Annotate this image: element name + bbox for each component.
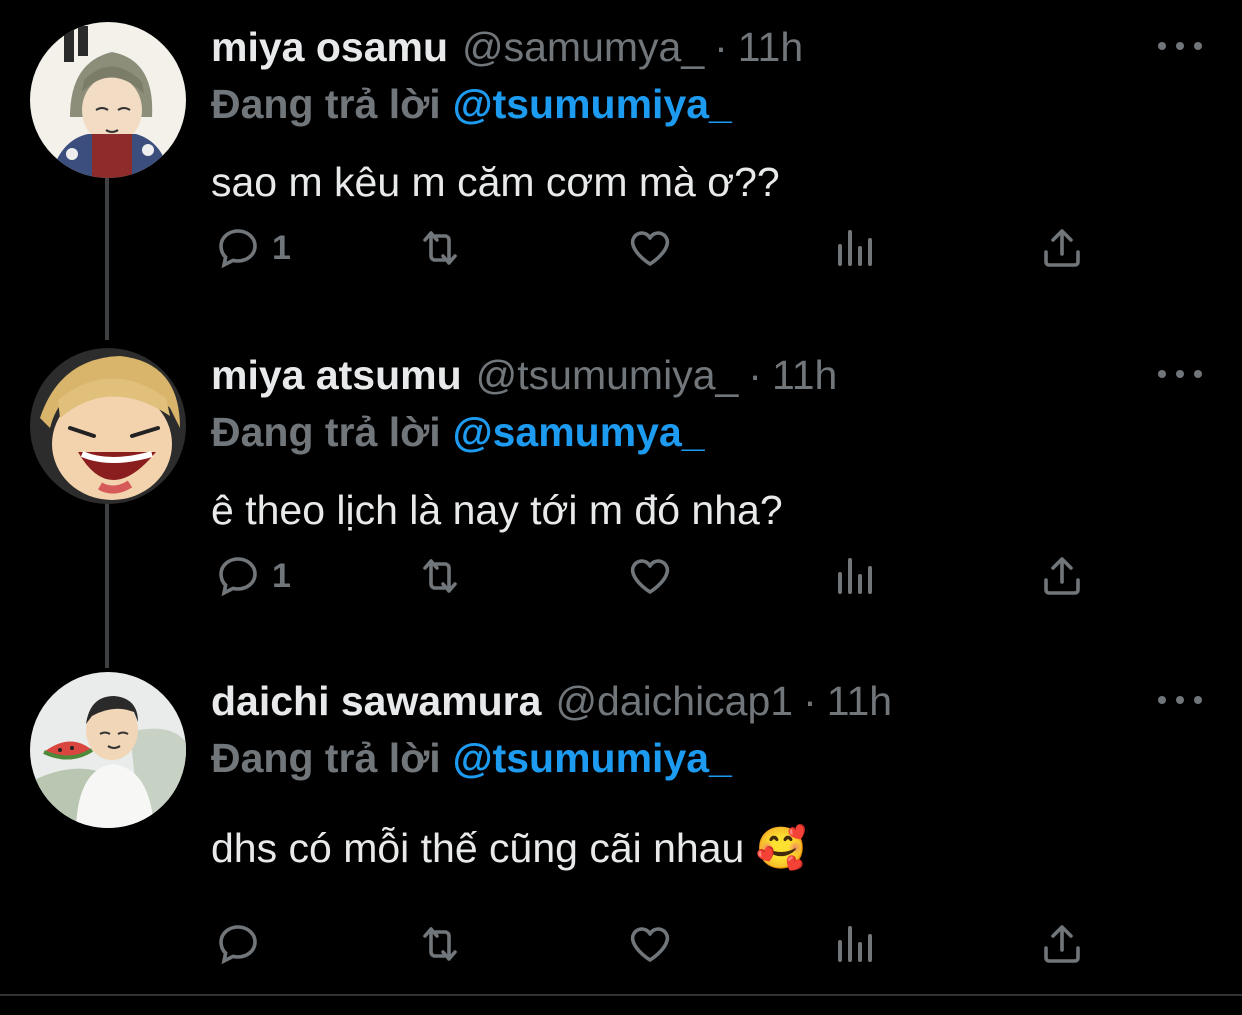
tweet-text: ê theo lịch là nay tới m đó nha? [211, 487, 783, 533]
tweet-header: daichi sawamura @daichicap1 · 11h [211, 676, 892, 726]
display-name[interactable]: miya osamu [211, 22, 448, 72]
retweet-button[interactable] [416, 546, 464, 606]
user-handle[interactable]: @tsumumiya_ [476, 350, 739, 400]
reply-count: 1 [272, 556, 291, 595]
reply-icon [219, 229, 257, 269]
reply-button[interactable]: 1 [214, 218, 291, 278]
timestamp[interactable]: 11h [827, 676, 892, 726]
user-handle[interactable]: @samumya_ [462, 22, 704, 72]
reply-to-handle[interactable]: @tsumumiya_ [453, 735, 732, 781]
avatar-osamu-image [30, 22, 186, 178]
reply-icon [219, 925, 257, 965]
avatar-daichi-image [30, 672, 186, 828]
share-button[interactable] [1038, 914, 1086, 974]
replying-to-label: Đang trả lời [211, 81, 441, 127]
timestamp[interactable]: 11h [738, 22, 803, 72]
analytics-icon [838, 230, 872, 266]
retweet-icon [423, 559, 457, 593]
analytics-icon [838, 558, 872, 594]
heart-icon [630, 559, 670, 594]
more-icon[interactable] [1158, 690, 1202, 710]
retweet-button[interactable] [416, 218, 464, 278]
avatar[interactable] [30, 22, 186, 178]
reply-to-handle[interactable]: @samumya_ [453, 409, 705, 455]
heart-icon [630, 927, 670, 962]
display-name[interactable]: miya atsumu [211, 350, 462, 400]
replying-to: Đang trả lời @tsumumiya_ [211, 78, 732, 130]
user-handle[interactable]: @daichicap1 [555, 676, 793, 726]
share-icon [1044, 229, 1080, 267]
share-icon [1044, 925, 1080, 963]
replying-to: Đang trả lời @samumya_ [211, 406, 705, 458]
retweet-icon [423, 927, 457, 961]
tweet-actions [0, 914, 1242, 974]
avatar[interactable] [30, 672, 186, 828]
reply-icon [219, 557, 257, 597]
separator-dot: · [803, 678, 817, 724]
reply-to-handle[interactable]: @tsumumiya_ [453, 81, 732, 127]
tweet-header: miya atsumu @tsumumiya_ · 11h [211, 350, 837, 400]
separator-dot: · [748, 352, 762, 398]
bottom-divider [0, 994, 1242, 996]
share-button[interactable] [1038, 546, 1086, 606]
views-button[interactable] [832, 914, 880, 974]
avatar-atsumu-image [30, 348, 186, 504]
like-button[interactable] [626, 218, 674, 278]
avatar[interactable] [30, 348, 186, 504]
views-button[interactable] [832, 546, 880, 606]
reply-thread: miya osamu @samumya_ · 11h Đang trả lời @… [0, 0, 1242, 1015]
timestamp[interactable]: 11h [772, 350, 837, 400]
share-button[interactable] [1038, 218, 1086, 278]
heart-icon [630, 231, 670, 266]
more-icon[interactable] [1158, 36, 1202, 56]
analytics-icon [838, 926, 872, 962]
tweet-actions: 1 [0, 546, 1242, 606]
retweet-icon [423, 231, 457, 265]
like-button[interactable] [626, 546, 674, 606]
more-icon[interactable] [1158, 364, 1202, 384]
tweet-header: miya osamu @samumya_ · 11h [211, 22, 803, 72]
separator-dot: · [714, 24, 728, 70]
reply-button[interactable] [214, 914, 272, 974]
like-button[interactable] [626, 914, 674, 974]
tweet-actions: 1 [0, 218, 1242, 278]
replying-to-label: Đang trả lời [211, 735, 441, 781]
reply-button[interactable]: 1 [214, 546, 291, 606]
tweet-text: sao m kêu m căm cơm mà ơ?? [211, 159, 780, 205]
reply-count: 1 [272, 228, 291, 267]
retweet-button[interactable] [416, 914, 464, 974]
replying-to-label: Đang trả lời [211, 409, 441, 455]
tweet-text: dhs có mỗi thế cũng cãi nhau 🥰 [211, 825, 807, 871]
share-icon [1044, 557, 1080, 595]
views-button[interactable] [832, 218, 880, 278]
display-name[interactable]: daichi sawamura [211, 676, 541, 726]
replying-to: Đang trả lời @tsumumiya_ [211, 732, 732, 784]
